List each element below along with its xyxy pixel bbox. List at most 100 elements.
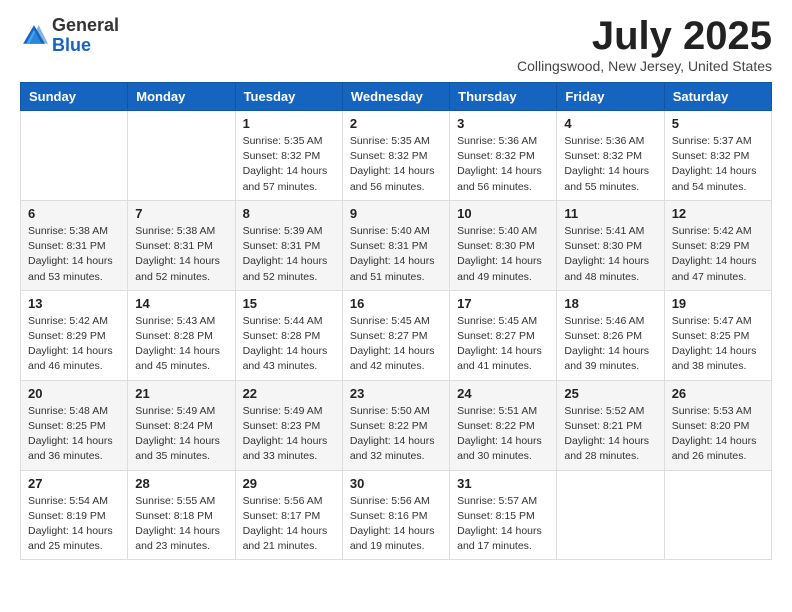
col-header-monday: Monday [128, 83, 235, 111]
day-info: Sunrise: 5:56 AM Sunset: 8:17 PM Dayligh… [243, 494, 335, 555]
day-info: Sunrise: 5:37 AM Sunset: 8:32 PM Dayligh… [672, 134, 764, 195]
calendar-cell: 15 Sunrise: 5:44 AM Sunset: 8:28 PM Dayli… [235, 290, 342, 380]
calendar-cell: 17 Sunrise: 5:45 AM Sunset: 8:27 PM Dayli… [450, 290, 557, 380]
day-info: Sunrise: 5:36 AM Sunset: 8:32 PM Dayligh… [564, 134, 656, 195]
day-number: 2 [350, 116, 442, 131]
day-info: Sunrise: 5:57 AM Sunset: 8:15 PM Dayligh… [457, 494, 549, 555]
day-info: Sunrise: 5:51 AM Sunset: 8:22 PM Dayligh… [457, 404, 549, 465]
calendar-cell [21, 111, 128, 201]
title-block: July 2025 Collingswood, New Jersey, Unit… [517, 16, 772, 74]
day-info: Sunrise: 5:38 AM Sunset: 8:31 PM Dayligh… [135, 224, 227, 285]
day-number: 31 [457, 476, 549, 491]
day-number: 19 [672, 296, 764, 311]
day-number: 11 [564, 206, 656, 221]
day-info: Sunrise: 5:53 AM Sunset: 8:20 PM Dayligh… [672, 404, 764, 465]
calendar-week-row: 6 Sunrise: 5:38 AM Sunset: 8:31 PM Daylig… [21, 200, 772, 290]
logo: General Blue [20, 16, 119, 56]
col-header-wednesday: Wednesday [342, 83, 449, 111]
calendar-cell: 22 Sunrise: 5:49 AM Sunset: 8:23 PM Dayli… [235, 380, 342, 470]
day-info: Sunrise: 5:43 AM Sunset: 8:28 PM Dayligh… [135, 314, 227, 375]
day-info: Sunrise: 5:35 AM Sunset: 8:32 PM Dayligh… [243, 134, 335, 195]
day-number: 22 [243, 386, 335, 401]
day-number: 18 [564, 296, 656, 311]
day-number: 27 [28, 476, 120, 491]
calendar-cell: 24Sunrise: 5:51 AM Sunset: 8:22 PM Dayli… [450, 380, 557, 470]
calendar-week-row: 27Sunrise: 5:54 AM Sunset: 8:19 PM Dayli… [21, 470, 772, 560]
calendar-cell: 25 Sunrise: 5:52 AM Sunset: 8:21 PM Dayli… [557, 380, 664, 470]
calendar-cell: 31 Sunrise: 5:57 AM Sunset: 8:15 PM Dayli… [450, 470, 557, 560]
day-number: 26 [672, 386, 764, 401]
calendar-cell: 29 Sunrise: 5:56 AM Sunset: 8:17 PM Dayli… [235, 470, 342, 560]
col-header-sunday: Sunday [21, 83, 128, 111]
calendar-cell: 1 Sunrise: 5:35 AM Sunset: 8:32 PM Daylig… [235, 111, 342, 201]
calendar-cell [557, 470, 664, 560]
logo-general: General [52, 15, 119, 35]
day-number: 15 [243, 296, 335, 311]
calendar-cell [664, 470, 771, 560]
calendar-cell: 30 Sunrise: 5:56 AM Sunset: 8:16 PM Dayli… [342, 470, 449, 560]
calendar-cell: 3 Sunrise: 5:36 AM Sunset: 8:32 PM Daylig… [450, 111, 557, 201]
calendar-table: SundayMondayTuesdayWednesdayThursdayFrid… [20, 82, 772, 560]
calendar-cell: 9 Sunrise: 5:40 AM Sunset: 8:31 PM Daylig… [342, 200, 449, 290]
day-number: 23 [350, 386, 442, 401]
calendar-header-row: SundayMondayTuesdayWednesdayThursdayFrid… [21, 83, 772, 111]
calendar-cell: 11 Sunrise: 5:41 AM Sunset: 8:30 PM Dayli… [557, 200, 664, 290]
day-number: 4 [564, 116, 656, 131]
day-number: 17 [457, 296, 549, 311]
calendar-cell: 12Sunrise: 5:42 AM Sunset: 8:29 PM Dayli… [664, 200, 771, 290]
day-number: 14 [135, 296, 227, 311]
day-number: 30 [350, 476, 442, 491]
calendar-cell: 26 Sunrise: 5:53 AM Sunset: 8:20 PM Dayli… [664, 380, 771, 470]
col-header-thursday: Thursday [450, 83, 557, 111]
day-number: 28 [135, 476, 227, 491]
day-info: Sunrise: 5:39 AM Sunset: 8:31 PM Dayligh… [243, 224, 335, 285]
day-info: Sunrise: 5:56 AM Sunset: 8:16 PM Dayligh… [350, 494, 442, 555]
day-info: Sunrise: 5:52 AM Sunset: 8:21 PM Dayligh… [564, 404, 656, 465]
month-title: July 2025 [517, 16, 772, 56]
day-info: Sunrise: 5:41 AM Sunset: 8:30 PM Dayligh… [564, 224, 656, 285]
day-number: 29 [243, 476, 335, 491]
day-info: Sunrise: 5:40 AM Sunset: 8:30 PM Dayligh… [457, 224, 549, 285]
day-number: 10 [457, 206, 549, 221]
day-number: 25 [564, 386, 656, 401]
page-header: General Blue July 2025 Collingswood, New… [20, 16, 772, 74]
calendar-cell: 8 Sunrise: 5:39 AM Sunset: 8:31 PM Daylig… [235, 200, 342, 290]
day-info: Sunrise: 5:38 AM Sunset: 8:31 PM Dayligh… [28, 224, 120, 285]
day-info: Sunrise: 5:45 AM Sunset: 8:27 PM Dayligh… [350, 314, 442, 375]
calendar-cell: 19Sunrise: 5:47 AM Sunset: 8:25 PM Dayli… [664, 290, 771, 380]
day-info: Sunrise: 5:50 AM Sunset: 8:22 PM Dayligh… [350, 404, 442, 465]
calendar-cell: 28Sunrise: 5:55 AM Sunset: 8:18 PM Dayli… [128, 470, 235, 560]
day-number: 7 [135, 206, 227, 221]
calendar-week-row: 1 Sunrise: 5:35 AM Sunset: 8:32 PM Daylig… [21, 111, 772, 201]
calendar-cell: 21 Sunrise: 5:49 AM Sunset: 8:24 PM Dayli… [128, 380, 235, 470]
logo-blue: Blue [52, 35, 91, 55]
calendar-cell: 16Sunrise: 5:45 AM Sunset: 8:27 PM Dayli… [342, 290, 449, 380]
day-info: Sunrise: 5:49 AM Sunset: 8:23 PM Dayligh… [243, 404, 335, 465]
day-info: Sunrise: 5:49 AM Sunset: 8:24 PM Dayligh… [135, 404, 227, 465]
calendar-cell: 6 Sunrise: 5:38 AM Sunset: 8:31 PM Daylig… [21, 200, 128, 290]
calendar-cell: 7 Sunrise: 5:38 AM Sunset: 8:31 PM Daylig… [128, 200, 235, 290]
day-number: 12 [672, 206, 764, 221]
calendar-week-row: 20Sunrise: 5:48 AM Sunset: 8:25 PM Dayli… [21, 380, 772, 470]
calendar-cell: 27Sunrise: 5:54 AM Sunset: 8:19 PM Dayli… [21, 470, 128, 560]
col-header-tuesday: Tuesday [235, 83, 342, 111]
day-number: 9 [350, 206, 442, 221]
day-number: 1 [243, 116, 335, 131]
calendar-cell: 18Sunrise: 5:46 AM Sunset: 8:26 PM Dayli… [557, 290, 664, 380]
day-info: Sunrise: 5:36 AM Sunset: 8:32 PM Dayligh… [457, 134, 549, 195]
day-info: Sunrise: 5:44 AM Sunset: 8:28 PM Dayligh… [243, 314, 335, 375]
day-number: 3 [457, 116, 549, 131]
logo-text: General Blue [52, 16, 119, 56]
day-number: 6 [28, 206, 120, 221]
day-info: Sunrise: 5:45 AM Sunset: 8:27 PM Dayligh… [457, 314, 549, 375]
calendar-cell: 14 Sunrise: 5:43 AM Sunset: 8:28 PM Dayli… [128, 290, 235, 380]
calendar-cell: 2Sunrise: 5:35 AM Sunset: 8:32 PM Daylig… [342, 111, 449, 201]
day-number: 8 [243, 206, 335, 221]
day-info: Sunrise: 5:48 AM Sunset: 8:25 PM Dayligh… [28, 404, 120, 465]
calendar-cell: 4 Sunrise: 5:36 AM Sunset: 8:32 PM Daylig… [557, 111, 664, 201]
day-info: Sunrise: 5:40 AM Sunset: 8:31 PM Dayligh… [350, 224, 442, 285]
calendar-cell: 10 Sunrise: 5:40 AM Sunset: 8:30 PM Dayli… [450, 200, 557, 290]
calendar-week-row: 13Sunrise: 5:42 AM Sunset: 8:29 PM Dayli… [21, 290, 772, 380]
day-number: 21 [135, 386, 227, 401]
calendar-cell: 5Sunrise: 5:37 AM Sunset: 8:32 PM Daylig… [664, 111, 771, 201]
